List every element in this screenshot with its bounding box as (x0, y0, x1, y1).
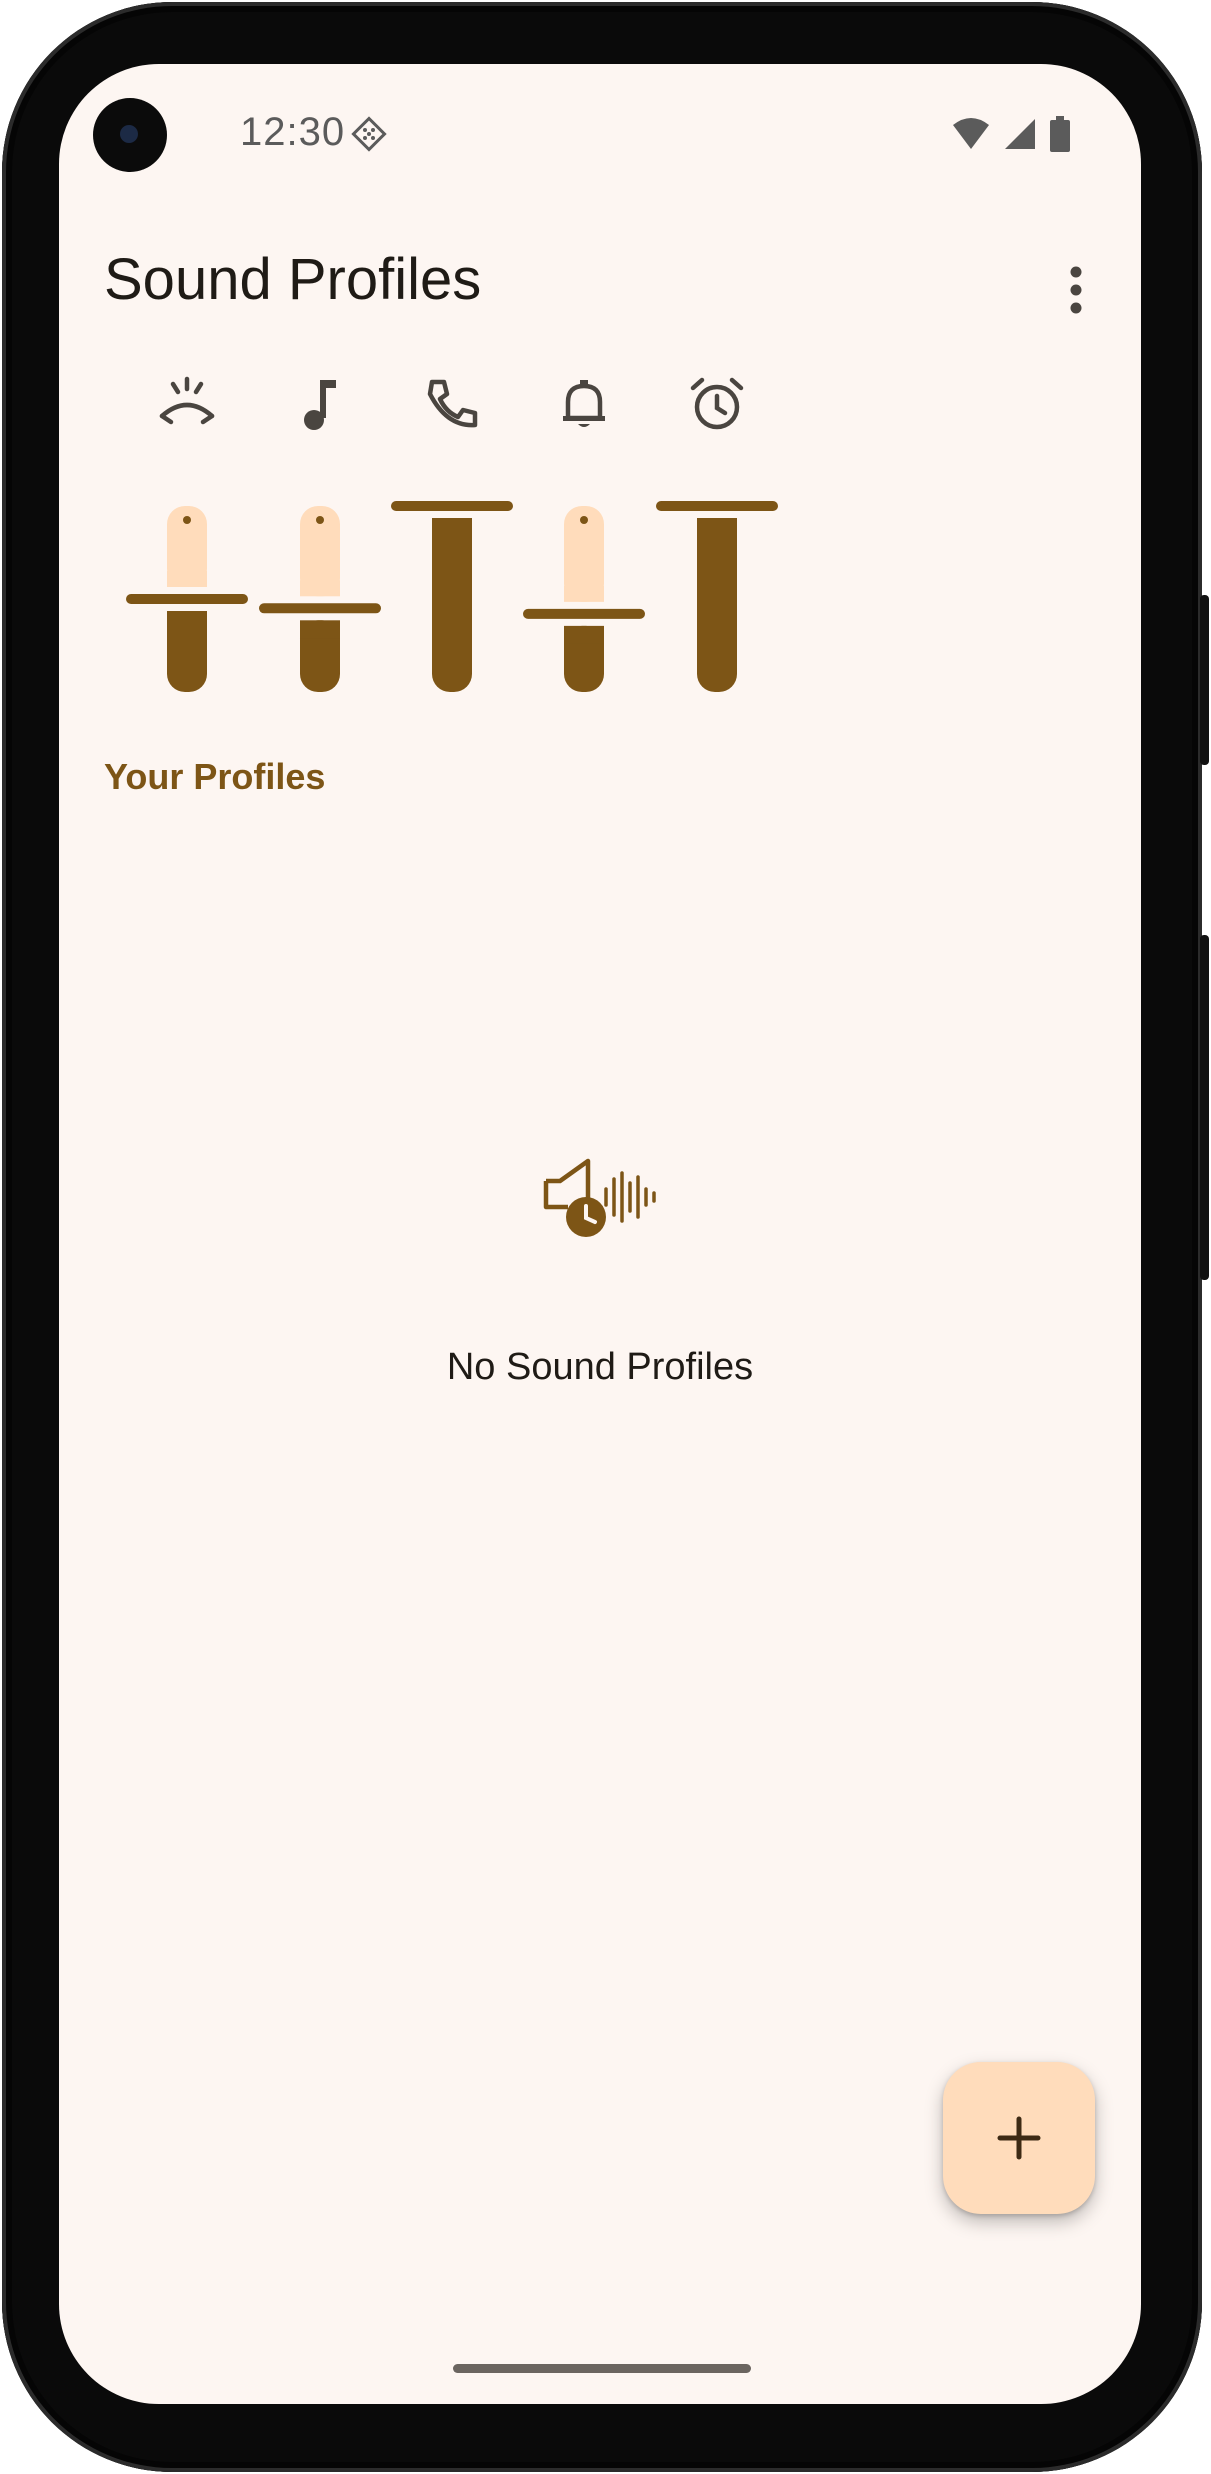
call-volume-icon (159, 376, 215, 425)
sound-schedule-icon (543, 1158, 656, 1237)
slider-active-track-cap (564, 625, 604, 644)
slider-inactive-track-cap (300, 580, 340, 597)
slider-stop-indicator (316, 516, 324, 524)
slider-thumb (656, 501, 778, 511)
slider-active-track-cap (697, 518, 737, 536)
empty-state-message: No Sound Profiles (446, 1346, 754, 1388)
screen: 12:30 Sound Profiles Your Profiles No So… (59, 64, 1141, 2404)
volume-button (1200, 935, 1209, 1280)
more-options-icon[interactable] (1056, 260, 1096, 320)
slider-active-track-cap (300, 620, 340, 639)
add-icon (997, 2116, 1041, 2160)
data-saver-icon (351, 116, 387, 152)
section-title: Your Profiles (104, 756, 326, 797)
call-volume-slider[interactable] (122, 494, 252, 704)
add-profile-button[interactable] (943, 2062, 1095, 2214)
gesture-nav-handle[interactable] (453, 2364, 751, 2373)
slider-stop-indicator (580, 516, 588, 524)
music-note-icon (304, 380, 336, 430)
slider-thumb (391, 501, 513, 511)
channel-alarm (652, 374, 782, 774)
slider-active-track-cap (167, 611, 207, 629)
slider-thumb (523, 608, 645, 619)
page-title: Sound Profiles (104, 247, 482, 312)
channel-ring (387, 374, 517, 774)
power-button (1200, 595, 1209, 765)
battery-icon (1050, 116, 1070, 152)
channel-call (122, 374, 252, 774)
media-volume-slider[interactable] (255, 494, 385, 704)
slider-thumb (126, 594, 248, 604)
slider-stop-indicator (183, 516, 191, 524)
alarm-volume-slider[interactable] (652, 494, 782, 704)
bell-icon (563, 380, 605, 427)
front-camera (93, 98, 167, 172)
slider-active-track-cap (432, 518, 472, 536)
channel-media (255, 374, 385, 774)
alarm-clock-icon (690, 377, 744, 430)
status-icons (951, 114, 1071, 154)
slider-active-track (697, 518, 737, 692)
ring-volume-slider[interactable] (387, 494, 517, 704)
slider-thumb (259, 603, 381, 614)
phone-icon (427, 379, 478, 428)
status-time: 12:30 (240, 110, 346, 154)
channel-notification (519, 374, 649, 774)
slider-inactive-track-cap (167, 571, 207, 587)
cell-signal-icon (1005, 119, 1035, 149)
wifi-icon (953, 118, 989, 149)
slider-active-track (432, 518, 472, 692)
slider-inactive-track-cap (564, 585, 604, 602)
notification-volume-slider[interactable] (519, 494, 649, 704)
